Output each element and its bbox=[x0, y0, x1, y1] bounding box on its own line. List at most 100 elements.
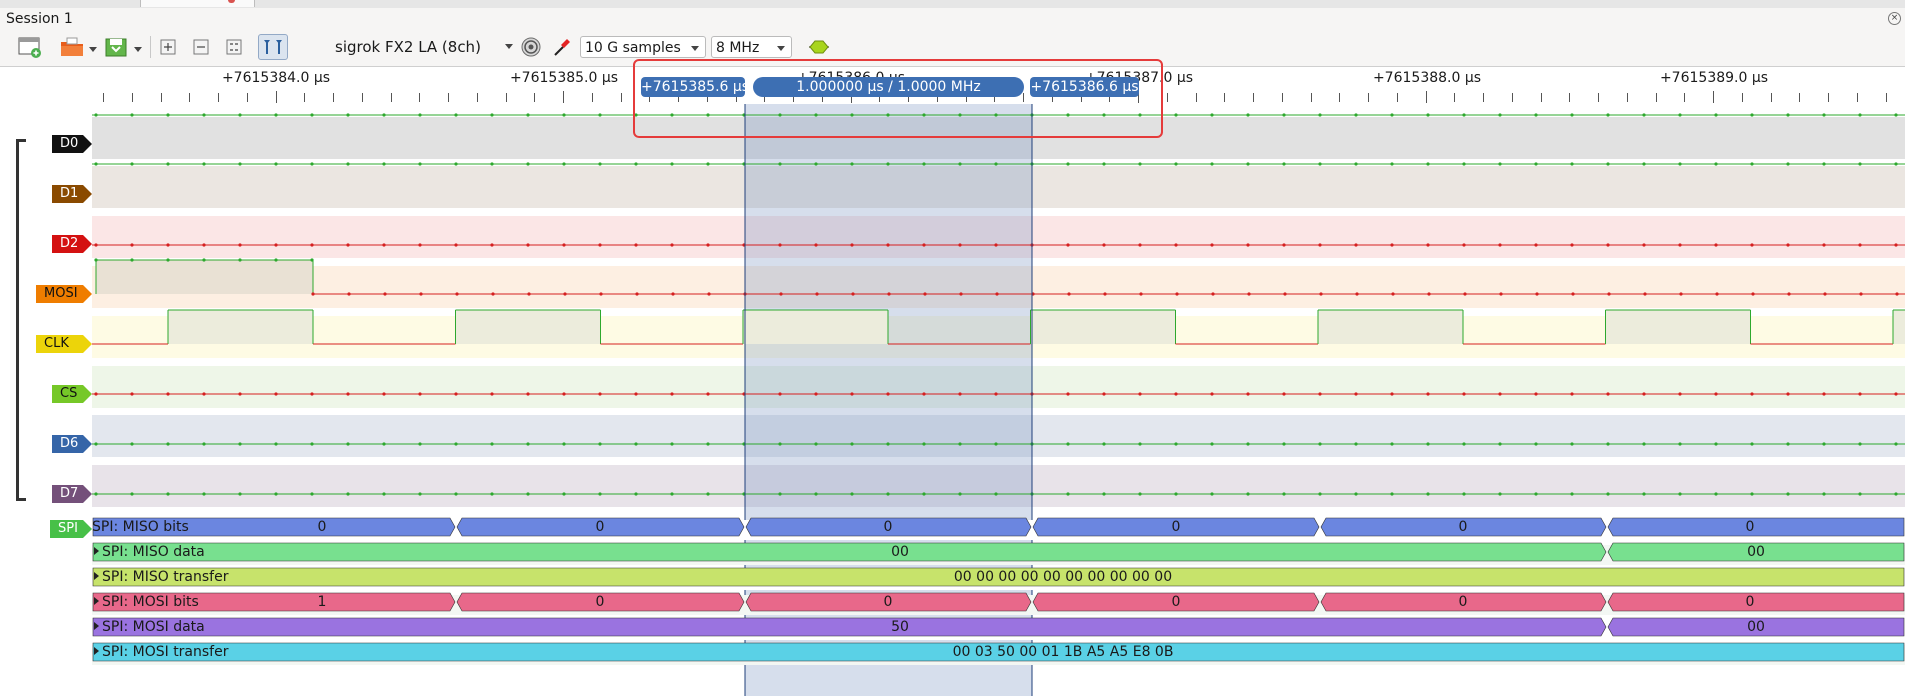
sample-dot bbox=[166, 492, 170, 496]
sample-dot bbox=[1463, 292, 1467, 296]
sample-dot bbox=[1103, 292, 1107, 296]
ruler-tick bbox=[1224, 93, 1226, 102]
ruler-tick bbox=[1741, 93, 1743, 102]
decoder-row-name[interactable]: SPI: MISO bits bbox=[92, 517, 189, 537]
sample-dot bbox=[814, 162, 818, 166]
ruler-tick bbox=[1368, 93, 1369, 102]
sample-dot bbox=[1894, 442, 1898, 446]
sample-dot bbox=[634, 113, 638, 117]
decoder-row-name[interactable]: SPI: MOSI data bbox=[92, 617, 205, 637]
probe-config-button[interactable] bbox=[550, 34, 574, 60]
sample-dot bbox=[886, 442, 890, 446]
device-config-button[interactable] bbox=[518, 34, 544, 60]
sample-dot bbox=[454, 392, 458, 396]
save-button[interactable] bbox=[102, 34, 130, 60]
cursor-interval-label[interactable]: 1.000000 μs / 1.0000 MHz bbox=[753, 77, 1024, 97]
sample-dot bbox=[634, 243, 638, 247]
decoder-annotation[interactable] bbox=[1607, 592, 1905, 612]
decoder-value: 00 03 50 00 01 1B A5 A5 E8 0B bbox=[952, 644, 1174, 660]
expand-arrow-icon[interactable] bbox=[94, 647, 99, 655]
open-button[interactable] bbox=[58, 34, 86, 60]
sample-dot bbox=[1462, 442, 1466, 446]
show-cursors-button[interactable] bbox=[258, 34, 288, 60]
sample-dot bbox=[598, 243, 602, 247]
decoder-annotation[interactable] bbox=[1607, 517, 1905, 537]
signal-fill bbox=[455, 310, 601, 344]
sample-dot bbox=[238, 113, 242, 117]
ruler-tick bbox=[160, 93, 162, 102]
sample-dot bbox=[1498, 492, 1502, 496]
channel-badge-clk[interactable]: CLK bbox=[36, 335, 92, 353]
sample-dot bbox=[1822, 442, 1826, 446]
sample-dot bbox=[166, 258, 170, 262]
expand-arrow-icon[interactable] bbox=[94, 622, 99, 630]
sample-count-select[interactable]: 10 G samples bbox=[580, 36, 706, 58]
zoom-in-button[interactable] bbox=[156, 34, 180, 60]
sample-dot bbox=[1498, 392, 1502, 396]
sample-dot bbox=[1462, 113, 1466, 117]
sample-dot bbox=[491, 292, 495, 296]
sample-dot bbox=[670, 392, 674, 396]
sample-dot bbox=[1066, 442, 1070, 446]
decoder-row-name[interactable]: SPI: MOSI bits bbox=[92, 592, 199, 612]
save-dropdown-icon[interactable] bbox=[134, 47, 142, 52]
decoder-annotation[interactable] bbox=[92, 542, 1607, 562]
zoom-fit-button[interactable] bbox=[222, 34, 246, 60]
decoder-row-name[interactable]: SPI: MISO data bbox=[92, 542, 205, 562]
decoder-row-name[interactable]: SPI: MOSI transfer bbox=[92, 642, 228, 662]
session-title: Session 1 bbox=[6, 11, 73, 27]
sample-dot bbox=[1498, 243, 1502, 247]
sample-dot bbox=[490, 442, 494, 446]
sample-dot bbox=[1570, 392, 1574, 396]
sample-dot bbox=[598, 492, 602, 496]
sample-dot bbox=[454, 243, 458, 247]
sample-dot bbox=[1643, 292, 1647, 296]
sample-dot bbox=[1282, 392, 1286, 396]
sample-dot bbox=[1426, 113, 1430, 117]
ruler-label: +7615385.0 μs bbox=[509, 70, 619, 86]
ruler-tick bbox=[1828, 93, 1829, 102]
channel-badge-mosi[interactable]: MOSI bbox=[36, 285, 92, 303]
time-ruler[interactable]: +7615384.0 μs +7615385.0 μs +7615386.0 μ… bbox=[0, 67, 1905, 104]
session-close-icon[interactable]: × bbox=[1888, 12, 1901, 25]
decoder-value: 0 bbox=[1745, 594, 1755, 610]
run-button[interactable] bbox=[806, 34, 832, 60]
decoder-annotations bbox=[92, 592, 1905, 612]
zoom-out-button[interactable] bbox=[189, 34, 213, 60]
sample-dot bbox=[958, 162, 962, 166]
decoder-annotation[interactable] bbox=[92, 617, 1607, 637]
sample-dot bbox=[1822, 113, 1826, 117]
expand-arrow-icon[interactable] bbox=[94, 572, 99, 580]
sample-dot bbox=[1354, 113, 1358, 117]
open-dropdown-icon[interactable] bbox=[89, 47, 97, 52]
sample-dot bbox=[922, 162, 926, 166]
sample-dot bbox=[1282, 113, 1286, 117]
sample-dot bbox=[1426, 442, 1430, 446]
sample-dot bbox=[1138, 113, 1142, 117]
sample-dot bbox=[310, 162, 314, 166]
cursor-right-label[interactable]: +7615386.6 μs bbox=[1030, 77, 1139, 97]
decoder-row-name[interactable]: SPI: MISO transfer bbox=[92, 567, 228, 587]
device-dropdown-icon[interactable] bbox=[505, 44, 513, 49]
device-selector-label[interactable]: sigrok FX2 LA (8ch) bbox=[335, 38, 481, 56]
ruler-label: +7615384.0 μs bbox=[221, 70, 331, 86]
new-session-button[interactable] bbox=[16, 34, 44, 60]
cursor-left-label[interactable]: +7615385.6 μs bbox=[641, 77, 749, 97]
session-tab[interactable] bbox=[140, 0, 255, 7]
sample-dot bbox=[202, 243, 206, 247]
sample-dot bbox=[1174, 113, 1178, 117]
sample-dot bbox=[166, 392, 170, 396]
sample-dot bbox=[1426, 392, 1430, 396]
signal-fill bbox=[1893, 310, 1905, 344]
sample-dot bbox=[274, 492, 278, 496]
expand-arrow-icon[interactable] bbox=[94, 597, 99, 605]
expand-arrow-icon[interactable] bbox=[94, 547, 99, 555]
sample-dot bbox=[1246, 442, 1250, 446]
ruler-label: +7615388.0 μs bbox=[1372, 70, 1482, 86]
samplerate-select[interactable]: 8 MHz bbox=[711, 36, 792, 58]
sample-dot bbox=[922, 392, 926, 396]
sample-dot bbox=[1714, 392, 1718, 396]
decoder-row-label: SPI: MOSI bits bbox=[102, 594, 199, 610]
sample-dot bbox=[1678, 243, 1682, 247]
sample-dot bbox=[238, 442, 242, 446]
